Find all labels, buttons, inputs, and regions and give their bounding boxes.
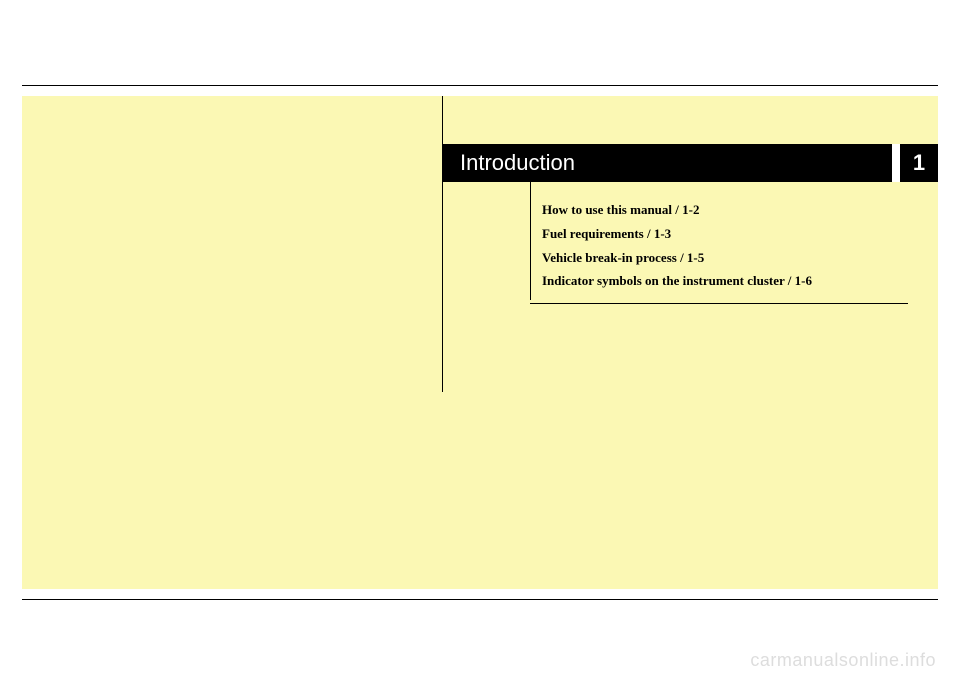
content-background: Introduction 1 How to use this manual / … bbox=[22, 96, 938, 589]
chapter-number: 1 bbox=[913, 150, 925, 176]
chapter-number-box: 1 bbox=[900, 144, 938, 182]
toc-item: Indicator symbols on the instrument clus… bbox=[530, 271, 908, 295]
page-frame: Introduction 1 How to use this manual / … bbox=[22, 85, 938, 600]
chapter-gap bbox=[892, 144, 900, 182]
toc-item: Vehicle break-in process / 1-5 bbox=[530, 248, 908, 272]
table-of-contents: How to use this manual / 1-2 Fuel requir… bbox=[530, 192, 908, 304]
vertical-divider bbox=[442, 96, 443, 392]
toc-item: Fuel requirements / 1-3 bbox=[530, 224, 908, 248]
watermark-text: carmanualsonline.info bbox=[750, 650, 936, 671]
toc-item: How to use this manual / 1-2 bbox=[530, 200, 908, 224]
chapter-header: Introduction bbox=[442, 144, 938, 182]
chapter-title: Introduction bbox=[442, 150, 575, 176]
